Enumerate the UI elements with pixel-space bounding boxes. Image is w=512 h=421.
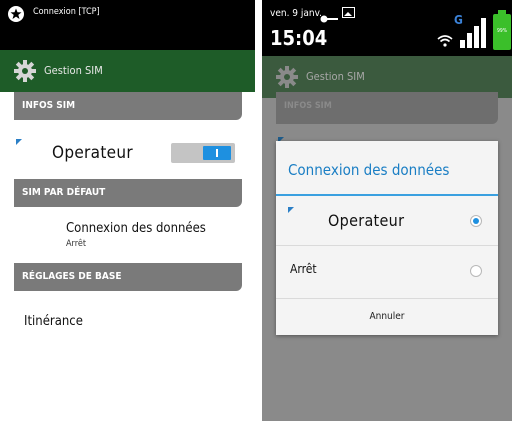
- app-header: Gestion SIM: [0, 50, 255, 92]
- roaming-item[interactable]: Itinérance: [24, 314, 83, 329]
- status-bar: ven. 9 janv. 15:04 G 99%: [262, 0, 512, 56]
- data-connection-title: Connexion des données: [66, 221, 206, 236]
- toggle-knob: [203, 146, 231, 160]
- status-time: 15:04: [270, 26, 328, 50]
- phone-screen-right: ven. 9 janv. 15:04 G 99% Gestion SIM INF…: [262, 0, 512, 421]
- battery-icon: 99%: [493, 10, 511, 50]
- image-notification-icon: [342, 7, 355, 18]
- dialog-divider: [276, 194, 498, 196]
- phone-screen-left: Connexion [TCP] Gestion SIM INFOS SIM Op…: [0, 0, 255, 421]
- dialog-title: Connexion des données: [288, 161, 450, 179]
- divider: [276, 245, 498, 246]
- gear-icon: [14, 60, 36, 86]
- operator-toggle[interactable]: [171, 143, 235, 163]
- option-label: Arrêt: [290, 262, 317, 276]
- app-title: Gestion SIM: [306, 70, 365, 83]
- radio-unselected[interactable]: [470, 265, 482, 277]
- section-header-sim-par-defaut: SIM PAR DÉFAUT: [14, 179, 242, 207]
- battery-text: 99%: [497, 28, 507, 34]
- data-connection-dialog: Connexion des données Operateur Arrêt An…: [276, 141, 498, 335]
- operator-label: Operateur: [52, 143, 133, 163]
- section-header-reglages-de-base: RÉGLAGES DE BASE: [14, 263, 242, 291]
- status-date: ven. 9 janv.: [270, 8, 322, 19]
- data-connection-value: Arrêt: [66, 239, 86, 249]
- section-header-infos-sim: INFOS SIM: [276, 92, 498, 124]
- sim-corner-icon: [16, 139, 22, 145]
- app-title: Gestion SIM: [44, 64, 103, 77]
- section-header-infos-sim: INFOS SIM: [14, 92, 242, 120]
- wifi-icon: [437, 32, 453, 51]
- notification-text: Connexion [TCP]: [33, 7, 100, 17]
- sim-corner-icon: [288, 207, 294, 213]
- gear-icon: [276, 66, 298, 92]
- radio-selected[interactable]: [470, 215, 482, 227]
- cancel-button[interactable]: Annuler: [276, 299, 498, 335]
- app-star-icon: [8, 6, 24, 22]
- key-icon: [320, 8, 338, 27]
- signal-strength-icon: [460, 18, 488, 48]
- option-label: Operateur: [328, 211, 405, 230]
- status-bar: Connexion [TCP]: [0, 0, 255, 50]
